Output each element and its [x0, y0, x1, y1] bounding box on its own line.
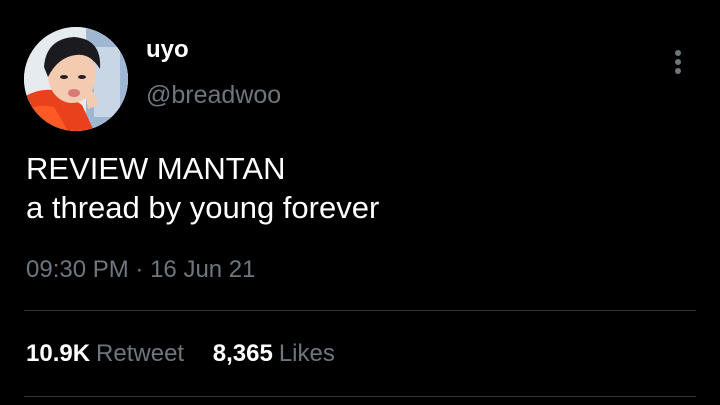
- retweets-stat[interactable]: 10.9K Retweet: [26, 339, 184, 369]
- likes-count: 8,365: [212, 340, 273, 367]
- more-vertical-icon[interactable]: [664, 44, 692, 80]
- timestamp-separator: ·: [135, 256, 144, 283]
- avatar[interactable]: [24, 27, 128, 131]
- user-handle[interactable]: @breadwoo: [146, 80, 281, 110]
- profile-photo: [24, 27, 128, 131]
- retweets-count: 10.9K: [26, 340, 91, 367]
- tweet-text-line: REVIEW MANTAN: [26, 151, 286, 186]
- more-dot: [675, 68, 681, 74]
- tweet-date: 16 Jun 21: [150, 256, 256, 283]
- more-dot: [675, 50, 681, 56]
- likes-label: Likes: [278, 340, 335, 367]
- display-name[interactable]: uyo: [146, 36, 189, 64]
- tweet-stats: 10.9K Retweet 8,365 Likes: [26, 339, 335, 369]
- tweet-text-line: a thread by young forever: [26, 190, 380, 225]
- retweets-label: Retweet: [96, 340, 185, 367]
- tweet-time: 09:30 PM: [26, 256, 129, 283]
- divider: [24, 396, 696, 397]
- tweet-timestamp[interactable]: 09:30 PM · 16 Jun 21: [26, 255, 256, 285]
- more-dot: [675, 59, 681, 65]
- likes-stat[interactable]: 8,365 Likes: [213, 339, 335, 369]
- tweet-detail: uyo @breadwoo REVIEW MANTAN a thread by …: [0, 0, 720, 405]
- divider: [24, 310, 696, 311]
- tweet-text: REVIEW MANTAN a thread by young forever: [26, 149, 379, 227]
